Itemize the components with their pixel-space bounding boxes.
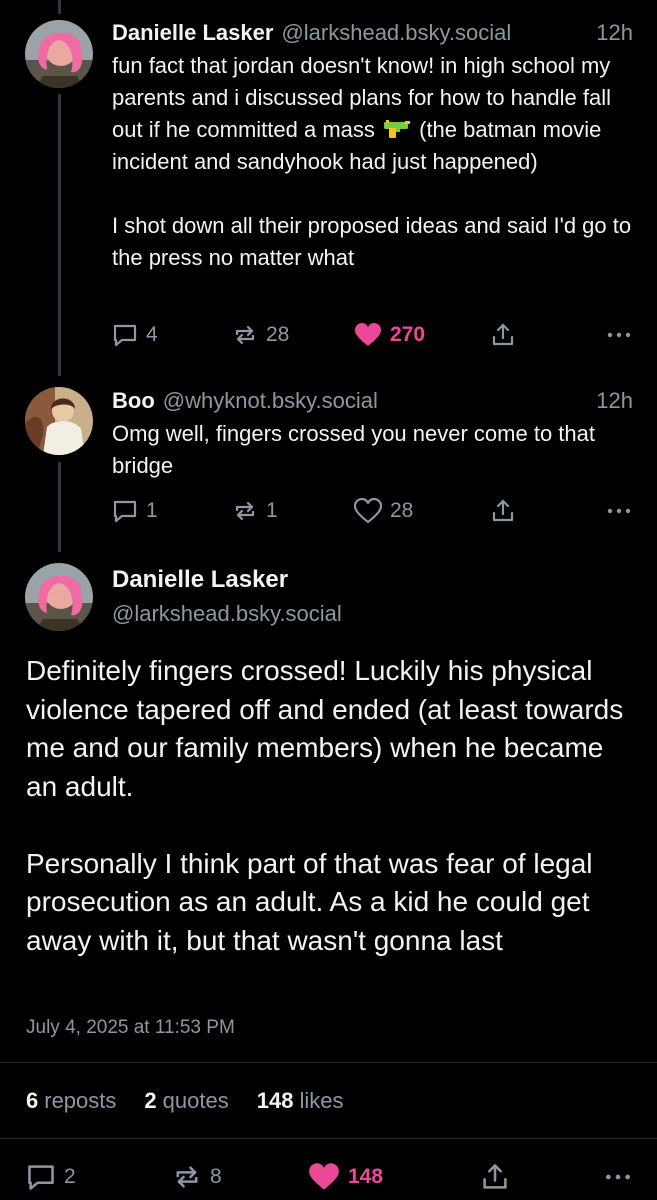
post-text: Definitely fingers crossed! Luckily his … bbox=[26, 655, 624, 956]
focus-post-actions: 2 8 148 bbox=[26, 1162, 633, 1194]
divider bbox=[0, 1062, 657, 1063]
more-button[interactable] bbox=[603, 1162, 633, 1192]
quotes-stat-label: quotes bbox=[162, 1088, 229, 1113]
repost-button[interactable]: 8 bbox=[172, 1162, 222, 1192]
post-actions: 1 1 28 bbox=[112, 498, 633, 530]
post-1[interactable]: Danielle Lasker @larkshead.bsky.social 1… bbox=[112, 20, 633, 274]
repost-count: 8 bbox=[210, 1165, 222, 1188]
share-button[interactable] bbox=[490, 498, 516, 524]
reply-button[interactable]: 2 bbox=[26, 1162, 76, 1192]
post-2[interactable]: Boo @whyknot.bsky.social 12h Omg well, f… bbox=[112, 388, 633, 482]
reply-button[interactable]: 4 bbox=[112, 322, 158, 348]
share-upload-icon bbox=[492, 499, 514, 522]
author-name[interactable]: Boo bbox=[112, 388, 155, 414]
post-time: 12h bbox=[596, 20, 633, 45]
author-handle[interactable]: @larkshead.bsky.social bbox=[112, 601, 342, 627]
quotes-stat-count: 2 bbox=[144, 1088, 157, 1113]
divider bbox=[0, 1138, 657, 1139]
post-time: 12h bbox=[596, 388, 633, 413]
ellipsis-icon bbox=[607, 508, 631, 514]
post-date[interactable]: July 4, 2025 at 11:53 PM bbox=[26, 1017, 235, 1039]
likes-stat[interactable]: 148 likes bbox=[257, 1088, 344, 1114]
repost-arrows-icon bbox=[235, 325, 255, 345]
quotes-stat[interactable]: 2 quotes bbox=[144, 1088, 228, 1114]
speech-bubble-icon bbox=[28, 1165, 54, 1190]
author-handle[interactable]: @larkshead.bsky.social bbox=[281, 20, 511, 46]
share-upload-icon bbox=[483, 1164, 507, 1189]
like-count: 28 bbox=[390, 499, 414, 522]
author-name[interactable]: Danielle Lasker bbox=[112, 20, 273, 46]
more-button[interactable] bbox=[605, 322, 633, 348]
thread-line-2 bbox=[58, 462, 61, 552]
ellipsis-icon bbox=[607, 332, 631, 338]
heart-icon bbox=[354, 498, 382, 524]
post-text: fun fact that jordan doesn't know! in hi… bbox=[112, 50, 633, 274]
share-upload-icon bbox=[492, 323, 514, 346]
likes-stat-label: likes bbox=[299, 1088, 344, 1113]
reply-count: 2 bbox=[64, 1165, 76, 1188]
reposts-stat-label: reposts bbox=[44, 1088, 117, 1113]
reposts-stat-count: 6 bbox=[26, 1088, 39, 1113]
thread-line-top bbox=[58, 0, 61, 14]
gun-emoji bbox=[384, 120, 410, 138]
post-actions: 4 28 270 bbox=[112, 322, 633, 354]
reply-button[interactable]: 1 bbox=[112, 498, 158, 524]
likes-stat-count: 148 bbox=[256, 1088, 294, 1113]
like-button[interactable]: 148 bbox=[308, 1162, 383, 1192]
repost-arrows-icon bbox=[176, 1166, 198, 1188]
more-button[interactable] bbox=[605, 498, 633, 524]
repost-count: 28 bbox=[266, 323, 290, 346]
avatar[interactable] bbox=[25, 563, 93, 631]
share-button[interactable] bbox=[490, 322, 516, 348]
like-button[interactable]: 28 bbox=[354, 498, 413, 524]
thread-line-1 bbox=[58, 94, 61, 376]
reply-count: 4 bbox=[146, 323, 158, 346]
author-handle[interactable]: @whyknot.bsky.social bbox=[163, 388, 378, 414]
repost-button[interactable]: 28 bbox=[232, 322, 289, 348]
reply-count: 1 bbox=[146, 499, 158, 522]
speech-bubble-icon bbox=[113, 324, 137, 347]
post-text: Omg well, fingers crossed you never come… bbox=[112, 421, 602, 478]
share-button[interactable] bbox=[480, 1162, 510, 1192]
avatar[interactable] bbox=[25, 20, 93, 88]
heart-icon bbox=[355, 323, 381, 346]
like-button[interactable]: 270 bbox=[354, 322, 425, 348]
repost-button[interactable]: 1 bbox=[232, 498, 278, 524]
like-count: 148 bbox=[348, 1165, 384, 1188]
repost-count: 1 bbox=[266, 499, 278, 522]
avatar[interactable] bbox=[25, 387, 93, 455]
reposts-stat[interactable]: 6 reposts bbox=[26, 1088, 116, 1114]
ellipsis-icon bbox=[606, 1174, 630, 1180]
author-name[interactable]: Danielle Lasker bbox=[112, 566, 288, 594]
repost-arrows-icon bbox=[235, 501, 255, 521]
speech-bubble-icon bbox=[113, 500, 137, 523]
heart-icon bbox=[309, 1163, 339, 1190]
engagement-stats: 6 reposts 2 quotes 148 likes bbox=[26, 1088, 343, 1114]
like-count: 270 bbox=[390, 323, 426, 346]
